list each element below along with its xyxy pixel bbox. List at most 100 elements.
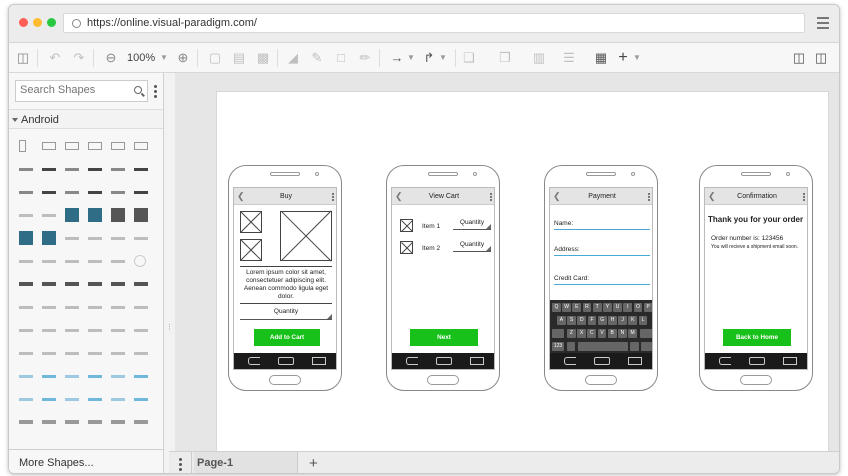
shape-thumbnail[interactable] xyxy=(42,328,56,332)
shape-thumbnail[interactable] xyxy=(19,213,33,217)
delete-icon[interactable]: ▩ xyxy=(255,50,271,66)
align-icon[interactable]: ▥ xyxy=(531,50,547,66)
keyboard-key[interactable] xyxy=(578,342,628,351)
shape-thumbnail[interactable] xyxy=(111,142,125,150)
name-field[interactable]: Name: xyxy=(554,217,650,230)
shape-thumbnail[interactable] xyxy=(134,255,146,267)
shape-thumbnail[interactable] xyxy=(134,236,148,240)
shape-thumbnail[interactable] xyxy=(19,282,33,286)
to-front-icon[interactable]: ❏ xyxy=(461,50,477,66)
keyboard-key[interactable]: A xyxy=(557,316,566,325)
keyboard-key[interactable]: B xyxy=(607,329,617,338)
phone-payment[interactable]: ❮ Payment Name: Address: Credit Card: QW… xyxy=(544,165,658,391)
outline-icon[interactable]: ◫ xyxy=(791,50,807,66)
shape-thumbnail[interactable] xyxy=(111,397,125,401)
paste-icon[interactable]: ▤ xyxy=(231,50,247,66)
shape-thumbnail[interactable] xyxy=(42,305,56,309)
shape-thumbnail[interactable] xyxy=(19,374,33,378)
shape-thumbnail[interactable] xyxy=(65,167,79,171)
keyboard-key[interactable]: T xyxy=(592,303,602,312)
shape-thumbnail[interactable] xyxy=(42,167,56,171)
page-options-icon[interactable] xyxy=(179,458,182,473)
zoom-out-icon[interactable]: ⊖ xyxy=(103,50,119,66)
search-icon[interactable] xyxy=(134,86,142,94)
shape-thumbnail[interactable] xyxy=(111,305,125,309)
overflow-icon[interactable] xyxy=(490,193,492,202)
address-field[interactable]: Address: xyxy=(554,243,650,256)
shape-thumbnail[interactable] xyxy=(111,190,125,194)
shape-thumbnail[interactable] xyxy=(42,231,56,245)
sidebar-options-icon[interactable] xyxy=(154,85,157,100)
shape-thumbnail[interactable] xyxy=(88,282,102,286)
shape-thumbnail[interactable] xyxy=(19,351,33,355)
add-to-cart-button[interactable]: Add to Cart xyxy=(254,329,320,346)
shape-thumbnail[interactable] xyxy=(65,259,79,263)
fill-color-icon[interactable]: ◢ xyxy=(285,50,301,66)
shape-thumbnail[interactable] xyxy=(65,282,79,286)
quantity-dropdown[interactable]: Quantity xyxy=(240,308,332,320)
shape-thumbnail[interactable] xyxy=(88,351,102,355)
quantity-dropdown[interactable]: Quantity xyxy=(453,219,491,230)
sidebar-splitter[interactable]: ⋮ xyxy=(166,323,173,331)
shape-thumbnail[interactable] xyxy=(111,259,125,263)
keyboard-key[interactable]: F xyxy=(587,316,597,325)
line-color-icon[interactable]: ✎ xyxy=(309,50,325,66)
shape-thumbnail[interactable] xyxy=(65,374,79,378)
keyboard-key[interactable]: R xyxy=(582,303,592,312)
shape-thumbnail[interactable] xyxy=(19,397,33,401)
back-icon[interactable]: ❮ xyxy=(708,188,716,205)
shape-thumbnail[interactable] xyxy=(111,328,125,332)
phone-buy[interactable]: ❮ Buy Lorem ipsum color sit amet, consec… xyxy=(228,165,342,391)
shape-thumbnail[interactable] xyxy=(42,142,56,150)
shape-thumbnail[interactable] xyxy=(134,420,148,424)
back-icon[interactable]: ❮ xyxy=(553,188,561,205)
undo-icon[interactable]: ↶ xyxy=(47,50,63,66)
shape-thumbnail[interactable] xyxy=(19,167,33,171)
keyboard-key[interactable]: S xyxy=(567,316,576,325)
shape-thumbnail[interactable] xyxy=(134,208,148,222)
keyboard-key[interactable] xyxy=(567,342,575,351)
shape-thumbnail[interactable] xyxy=(42,259,56,263)
shape-thumbnail[interactable] xyxy=(65,328,79,332)
keyboard-key[interactable]: X xyxy=(577,329,586,338)
shape-category-android[interactable]: Android xyxy=(9,109,163,129)
keyboard-key[interactable] xyxy=(641,342,652,351)
shape-thumbnail[interactable] xyxy=(111,420,125,424)
shape-thumbnail[interactable] xyxy=(88,259,102,263)
keyboard-key[interactable] xyxy=(630,342,639,351)
shape-thumbnail[interactable] xyxy=(134,397,148,401)
back-to-home-button[interactable]: Back to Home xyxy=(723,329,791,346)
shape-thumbnail[interactable] xyxy=(19,140,26,152)
shadow-icon[interactable]: □ xyxy=(333,50,349,66)
shape-thumbnail[interactable] xyxy=(19,231,33,245)
shape-thumbnail[interactable] xyxy=(65,208,79,222)
shape-thumbnail[interactable] xyxy=(42,213,56,217)
shape-thumbnail[interactable] xyxy=(134,282,148,286)
shape-thumbnail[interactable] xyxy=(111,236,125,240)
keyboard-key[interactable] xyxy=(640,329,652,338)
quantity-dropdown[interactable]: Quantity xyxy=(453,241,491,252)
keyboard-key[interactable] xyxy=(552,329,564,338)
browser-menu-icon[interactable] xyxy=(817,17,829,32)
shape-thumbnail[interactable] xyxy=(65,397,79,401)
keyboard-key[interactable]: G xyxy=(597,316,607,325)
shape-thumbnail[interactable] xyxy=(88,190,102,194)
to-back-icon[interactable]: ❐ xyxy=(497,50,513,66)
keyboard-key[interactable]: Y xyxy=(603,303,612,312)
shape-thumbnail[interactable] xyxy=(111,208,125,222)
shape-thumbnail[interactable] xyxy=(19,420,33,424)
shape-thumbnail[interactable] xyxy=(42,351,56,355)
phone-view-cart[interactable]: ❮ View Cart Item 1 Quantity Item 2 Quant… xyxy=(386,165,500,391)
keyboard-key[interactable]: P xyxy=(643,303,652,312)
page-tab[interactable]: Page-1 xyxy=(194,452,298,473)
keyboard-key[interactable]: L xyxy=(638,316,648,325)
back-icon[interactable]: ❮ xyxy=(395,188,403,205)
maximize-window-button[interactable] xyxy=(47,18,56,27)
shape-thumbnail[interactable] xyxy=(19,328,33,332)
keyboard-key[interactable]: M xyxy=(628,329,637,338)
shape-thumbnail[interactable] xyxy=(65,351,79,355)
keyboard-key[interactable]: Q xyxy=(552,303,561,312)
keyboard-key[interactable]: 123 xyxy=(552,342,564,351)
shape-thumbnail[interactable] xyxy=(88,236,102,240)
phone-confirmation[interactable]: ❮ Confirmation Thank you for your order … xyxy=(699,165,813,391)
